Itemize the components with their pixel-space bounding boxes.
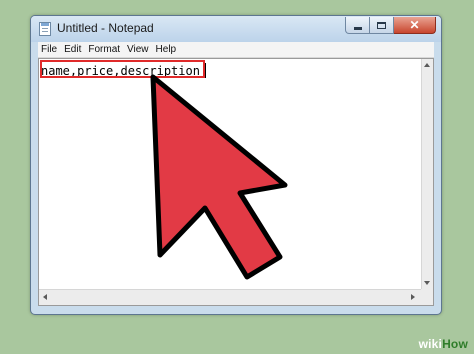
minimize-icon: [353, 26, 362, 30]
text-caret: [205, 63, 206, 78]
menu-bar: File Edit Format View Help: [38, 42, 434, 58]
text-editor-area[interactable]: name,price,description: [38, 58, 434, 306]
resize-grip[interactable]: [421, 289, 433, 305]
notepad-window: Untitled - Notepad ✕ File Edit Format Vi…: [30, 15, 442, 315]
notepad-icon[interactable]: [39, 22, 51, 36]
close-icon: ✕: [409, 18, 420, 32]
scroll-up-icon[interactable]: [424, 63, 430, 67]
maximize-icon: [377, 21, 386, 29]
scroll-left-icon[interactable]: [43, 294, 47, 300]
menu-edit[interactable]: Edit: [61, 42, 85, 57]
window-title: Untitled - Notepad: [57, 21, 154, 35]
wikihow-watermark: wikiHow: [419, 337, 468, 351]
editor-text-line[interactable]: name,price,description: [40, 60, 206, 79]
menu-help[interactable]: Help: [153, 42, 181, 57]
highlight-box: [40, 60, 205, 78]
watermark-part-how: How: [442, 337, 468, 351]
scroll-right-icon[interactable]: [411, 294, 415, 300]
close-button[interactable]: ✕: [394, 17, 436, 34]
vertical-scrollbar[interactable]: [421, 59, 433, 289]
maximize-button[interactable]: [370, 17, 394, 34]
menu-file[interactable]: File: [38, 42, 61, 57]
minimize-button[interactable]: [345, 17, 370, 34]
horizontal-scrollbar[interactable]: [39, 289, 421, 305]
scroll-down-icon[interactable]: [424, 281, 430, 285]
watermark-part-wiki: wiki: [418, 337, 443, 351]
menu-view[interactable]: View: [124, 42, 153, 57]
caption-buttons: ✕: [345, 17, 436, 36]
menu-format[interactable]: Format: [85, 42, 124, 57]
title-bar[interactable]: Untitled - Notepad ✕: [31, 16, 441, 42]
